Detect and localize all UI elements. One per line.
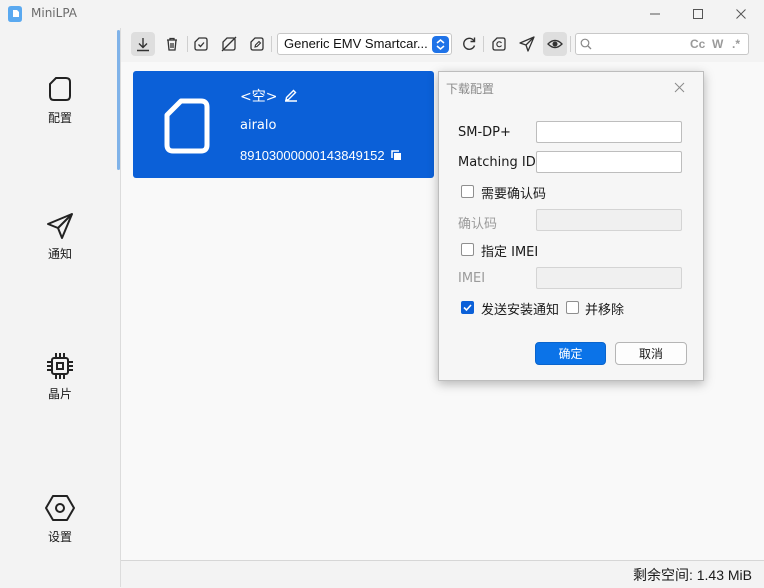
search-input[interactable]: [594, 35, 684, 53]
specify-imei-label: 指定 IMEI: [481, 245, 539, 260]
dialog-close-icon[interactable]: [674, 82, 685, 93]
sim-card-icon: [164, 98, 210, 154]
toolbar-separator: [570, 36, 571, 52]
maximize-button[interactable]: [675, 0, 721, 28]
refresh-button[interactable]: [457, 32, 481, 56]
toggle-visibility-button[interactable]: [543, 32, 567, 56]
profile-provider: airalo: [240, 118, 277, 133]
edit-icon[interactable]: [284, 88, 298, 102]
sidebar-item-label: 设置: [47, 530, 72, 544]
confirmation-code-input: [536, 209, 682, 231]
imei-label: IMEI: [458, 271, 486, 286]
ok-button[interactable]: 确定: [535, 342, 606, 365]
minimize-icon: [650, 13, 660, 15]
disable-profile-button[interactable]: [217, 32, 241, 56]
maximize-icon: [693, 9, 703, 19]
sidebar-item-profiles[interactable]: 配置: [0, 70, 120, 150]
profile-iccid: 89103000000143849152: [240, 148, 385, 163]
dialog-title: 下载配置: [446, 82, 495, 96]
whole-word-toggle[interactable]: W: [712, 37, 723, 51]
sim-card-icon: [49, 77, 71, 101]
matching-id-label: Matching ID: [458, 155, 536, 170]
download-icon: [137, 38, 149, 52]
card-reader-selected-value: Generic EMV Smartcar...: [284, 36, 428, 51]
send-notification-button[interactable]: [515, 32, 539, 56]
enable-profile-button[interactable]: [189, 32, 213, 56]
sidebar-item-label: 通知: [47, 247, 72, 261]
sim-refresh-button[interactable]: [487, 32, 511, 56]
send-icon: [519, 36, 535, 52]
close-icon: [736, 9, 746, 19]
toolbar-separator: [271, 36, 272, 52]
cancel-button[interactable]: 取消: [615, 342, 687, 365]
minimize-button[interactable]: [632, 0, 678, 28]
refresh-icon: [463, 37, 476, 50]
trash-icon: [167, 37, 177, 51]
search-icon: [580, 38, 592, 50]
require-confirmation-checkbox[interactable]: [461, 185, 474, 198]
copy-icon[interactable]: [390, 149, 402, 161]
toolbar-separator: [187, 36, 188, 52]
hexagon-settings-icon: [45, 495, 75, 521]
sidebar-item-notifications[interactable]: 通知: [0, 206, 120, 286]
send-icon: [47, 213, 73, 239]
rename-profile-button[interactable]: [245, 32, 269, 56]
sim-check-icon: [194, 37, 208, 51]
toolbar-separator: [483, 36, 484, 52]
require-confirmation-label: 需要确认码: [481, 187, 547, 202]
dropdown-arrow-icon[interactable]: [432, 36, 449, 53]
sidebar-item-chip[interactable]: 晶片: [0, 347, 120, 427]
specify-imei-checkbox[interactable]: [461, 243, 474, 256]
and-remove-label: 并移除: [585, 303, 625, 318]
sim-edit-icon: [250, 37, 264, 51]
imei-input: [536, 267, 682, 289]
chip-icon: [47, 353, 73, 379]
smdp-label: SM-DP+: [458, 125, 511, 140]
download-profile-button[interactable]: [131, 32, 155, 56]
free-space-label: 剩余空间: 1.43 MiB: [632, 567, 752, 583]
app-logo-icon: [8, 6, 22, 22]
send-notification-label: 发送安装通知: [481, 303, 560, 318]
sidebar-item-settings[interactable]: 设置: [0, 488, 120, 568]
confirmation-code-label: 确认码: [458, 217, 498, 232]
delete-profile-button[interactable]: [160, 32, 184, 56]
eye-icon: [547, 39, 563, 49]
matching-id-input[interactable]: [536, 151, 682, 173]
send-notification-checkbox[interactable]: [461, 301, 474, 314]
checkmark-icon: [463, 304, 472, 312]
sidebar-item-label: 配置: [47, 111, 72, 125]
sidebar-item-label: 晶片: [47, 387, 72, 401]
regex-toggle[interactable]: .*: [732, 37, 740, 51]
close-window-button[interactable]: [718, 0, 764, 28]
profile-name: <空>: [240, 89, 278, 105]
window-title: MiniLPA: [31, 6, 77, 20]
and-remove-checkbox[interactable]: [566, 301, 579, 314]
sim-refresh-icon: [492, 37, 506, 51]
sim-off-icon: [221, 36, 237, 52]
match-case-toggle[interactable]: Cc: [690, 37, 705, 51]
smdp-input[interactable]: [536, 121, 682, 143]
